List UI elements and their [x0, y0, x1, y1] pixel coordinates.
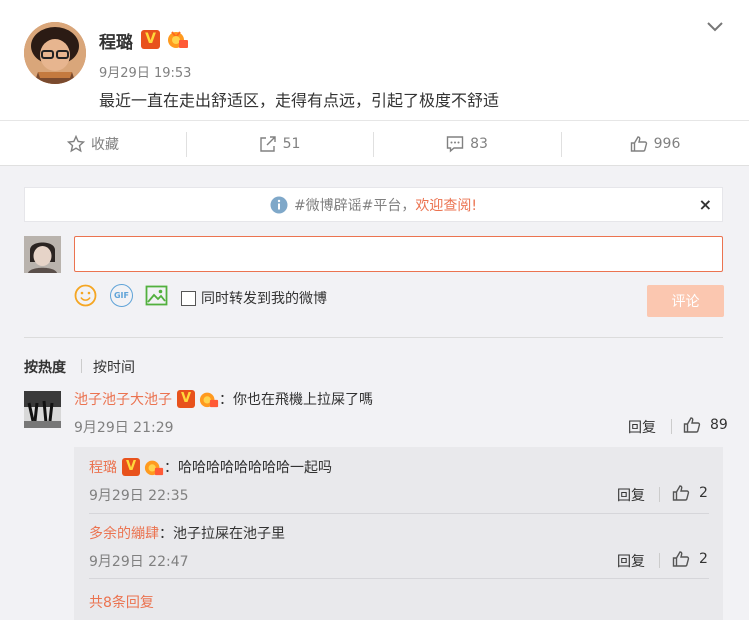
like-count: 996	[653, 136, 681, 152]
medal-icon[interactable]	[167, 28, 189, 50]
notice-link[interactable]: 欢迎查阅!	[415, 195, 477, 215]
divider	[671, 419, 672, 434]
comment-time: 9月29日 21:29	[74, 420, 174, 436]
notice-text: #微博辟谣#平台，	[293, 197, 416, 214]
reply-header: 程璐 V ：哈哈哈哈哈哈哈哈一起吗	[89, 457, 332, 477]
close-icon[interactable]: ×	[699, 195, 712, 214]
reply-like-count: 2	[699, 485, 708, 501]
more-replies-link[interactable]: 共8条回复	[89, 592, 154, 612]
commenter-avatar[interactable]	[24, 391, 61, 428]
comment-count: 83	[470, 136, 488, 152]
comment-button[interactable]: 83	[373, 121, 561, 167]
divider	[659, 553, 660, 568]
repost-button[interactable]: 51	[186, 121, 373, 167]
sort-by-hot[interactable]: 按热度	[24, 357, 66, 377]
verified-badge: V	[122, 458, 140, 476]
reply-like-count: 2	[699, 551, 708, 567]
author-avatar[interactable]	[24, 22, 86, 84]
submit-comment-button[interactable]: 评论	[647, 285, 724, 317]
gif-icon[interactable]: GIF	[110, 284, 133, 307]
like-icon	[672, 485, 690, 501]
divider	[89, 513, 709, 514]
repost-icon	[259, 136, 276, 152]
reply-like-button[interactable]: 2	[672, 550, 708, 568]
star-icon	[67, 135, 85, 153]
reply-user-name[interactable]: 程璐	[89, 457, 117, 477]
info-icon	[270, 196, 288, 213]
emoji-icon[interactable]	[74, 284, 97, 307]
medal-icon[interactable]	[199, 389, 219, 409]
forward-option[interactable]: 同时转发到我的微博	[181, 288, 327, 308]
like-icon	[630, 136, 647, 152]
chevron-down-icon[interactable]	[703, 16, 727, 38]
reply-header: 多余的繃肆 ：池子拉屎在池子里	[89, 523, 285, 543]
reply-button[interactable]: 回复	[628, 417, 656, 437]
repost-count: 51	[282, 136, 301, 152]
reply-text: ：池子拉屎在池子里	[159, 526, 285, 542]
post-text: 最近一直在走出舒适区，走得有点远，引起了极度不舒适	[99, 91, 500, 110]
reply-time: 9月29日 22:35	[89, 488, 189, 504]
comment-input[interactable]	[74, 236, 723, 272]
my-avatar	[24, 236, 61, 273]
divider	[89, 578, 709, 579]
comment-icon	[446, 136, 464, 153]
post-time[interactable]: 9月29日 19:53	[99, 62, 191, 81]
rumor-notice: #微博辟谣#平台， 欢迎查阅! ×	[24, 187, 723, 222]
divider	[81, 359, 82, 373]
commenter-name[interactable]: 池子池子大池子	[74, 389, 172, 409]
action-bar: 收藏 51 83 996	[0, 120, 749, 166]
sort-by-time[interactable]: 按时间	[93, 357, 135, 377]
comment-text: ：你也在飛機上拉屎了嗎	[219, 392, 373, 408]
like-icon	[672, 551, 690, 567]
verified-badge: V	[141, 30, 160, 49]
reply-button[interactable]: 回复	[617, 485, 645, 505]
image-icon[interactable]	[145, 284, 168, 307]
like-button[interactable]: 996	[561, 121, 749, 167]
post-card: 程璐 V 9月29日 19:53 最近一直在走出舒适区，走得有点远，引起了极度不…	[0, 0, 749, 120]
like-icon	[683, 417, 701, 433]
reply-user-name[interactable]: 多余的繃肆	[89, 523, 159, 543]
medal-icon[interactable]	[144, 457, 164, 477]
forward-checkbox[interactable]	[181, 290, 196, 306]
author-name[interactable]: 程璐	[99, 28, 133, 53]
favorite-button[interactable]: 收藏	[0, 121, 186, 167]
favorite-label: 收藏	[91, 137, 119, 153]
reply-like-button[interactable]: 2	[672, 484, 708, 502]
reply-time: 9月29日 22:47	[89, 554, 189, 570]
reply-button[interactable]: 回复	[617, 551, 645, 571]
comment-like-button[interactable]: 89	[683, 416, 728, 434]
section-divider	[24, 337, 723, 338]
divider	[659, 487, 660, 502]
reply-text: ：哈哈哈哈哈哈哈哈一起吗	[164, 460, 332, 476]
comment-header: 池子池子大池子 V ：你也在飛機上拉屎了嗎	[74, 389, 373, 409]
forward-label: 同时转发到我的微博	[201, 291, 327, 307]
verified-badge: V	[177, 390, 195, 408]
comment-like-count: 89	[710, 417, 728, 433]
